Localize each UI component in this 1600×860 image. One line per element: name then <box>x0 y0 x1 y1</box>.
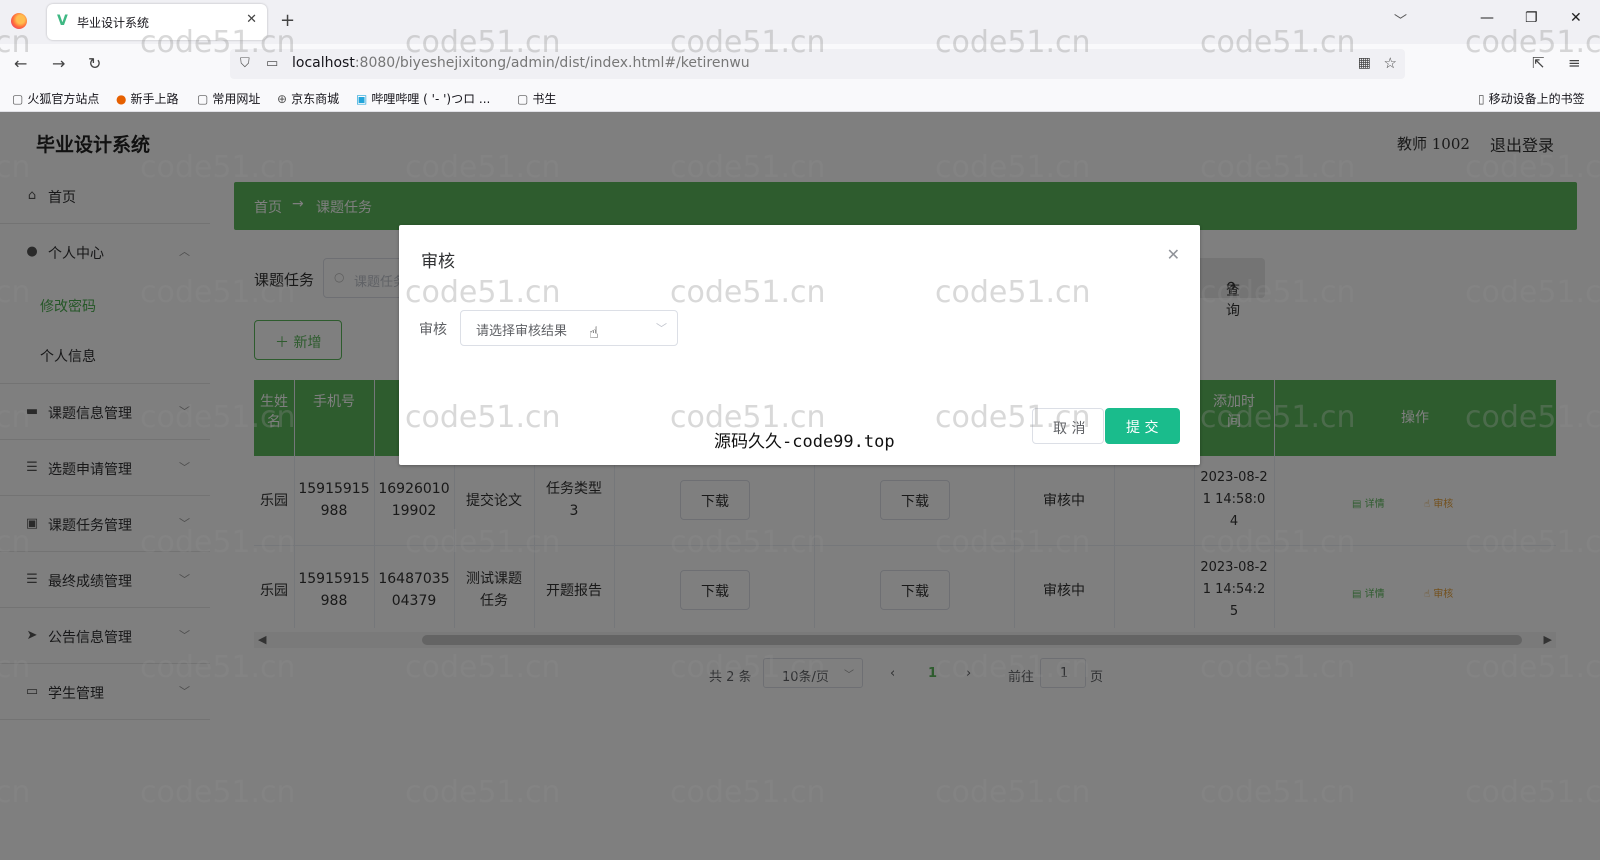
bookmark-star-icon[interactable]: ☆ <box>1384 54 1397 72</box>
qr-code-icon[interactable]: ▦ <box>1358 55 1371 71</box>
cancel-label: 取 消 <box>1053 421 1086 437</box>
hand-cursor-icon: ☝ <box>589 323 599 342</box>
dialog-title: 审核 <box>421 252 455 272</box>
page-icon: ▭ <box>266 56 279 71</box>
firefox-small-icon: ● <box>116 92 127 106</box>
forward-icon[interactable]: → <box>52 54 65 73</box>
menu-icon[interactable]: ≡ <box>1568 54 1581 72</box>
firefox-icon <box>11 13 27 29</box>
browser-tabbar: V 毕业设计系统 ✕ + ﹀ — ❐ ✕ <box>0 0 1600 44</box>
tab-close-icon[interactable]: ✕ <box>246 12 257 27</box>
folder-icon: ▢ <box>12 92 24 106</box>
bookmark-item[interactable]: ⊕ 京东商城 <box>277 90 339 107</box>
bookmark-item[interactable]: ▢ 书生 <box>517 90 556 107</box>
chevron-down-icon: ﹀ <box>656 322 667 335</box>
bookmark-item[interactable]: ● 新手上路 <box>116 90 179 107</box>
tab-list-chevron-icon[interactable]: ﹀ <box>1394 10 1407 29</box>
review-field-label: 审核 <box>419 322 447 338</box>
reload-icon[interactable]: ↻ <box>88 54 101 73</box>
shield-icon: ⛉ <box>240 56 250 71</box>
extensions-icon[interactable]: ⇱ <box>1532 54 1545 72</box>
submit-label: 提 交 <box>1126 420 1159 436</box>
bookmarks-bar: ▢ 火狐官方站点 ● 新手上路 ▢ 常用网址 ⊕ 京东商城 ▣ 哔哩哔哩 ( '- ')つ… <box>0 84 1600 112</box>
submit-button[interactable]: 提 交 <box>1105 408 1180 444</box>
new-tab-icon[interactable]: + <box>280 10 295 31</box>
browser-tab[interactable]: V 毕业设计系统 ✕ <box>47 4 267 40</box>
url-bar[interactable]: ⛉ ▭ localhost:8080/biyeshejixitong/admin… <box>230 49 1405 79</box>
mobile-bookmarks[interactable]: ▯ 移动设备上的书签 <box>1478 90 1585 107</box>
phone-icon: ▯ <box>1478 92 1485 106</box>
dialog-close-icon[interactable]: ✕ <box>1167 245 1180 264</box>
review-dialog: 审核 ✕ 审核 请选择审核结果 ﹀ ☝ 取 消 提 交 源码久久-code99.… <box>399 225 1200 465</box>
tab-title: 毕业设计系统 <box>77 16 150 30</box>
review-result-select[interactable]: 请选择审核结果 ﹀ <box>460 310 678 346</box>
window-close-icon[interactable]: ✕ <box>1570 10 1582 26</box>
bookmark-item[interactable]: ▢ 火狐官方站点 <box>12 90 99 107</box>
cancel-button[interactable]: 取 消 <box>1032 408 1104 444</box>
folder-icon: ▢ <box>517 92 529 106</box>
bookmark-item[interactable]: ▣ 哔哩哔哩 ( '- ')つロ ... <box>356 90 490 107</box>
minimize-icon[interactable]: — <box>1480 10 1494 26</box>
vue-favicon-icon: V <box>57 13 68 29</box>
back-icon[interactable]: ← <box>14 54 27 73</box>
restore-icon[interactable]: ❐ <box>1525 10 1538 26</box>
bookmark-item[interactable]: ▢ 常用网址 <box>197 90 260 107</box>
dialog-watermark-text: 源码久久-code99.top <box>714 432 895 452</box>
folder-icon: ▢ <box>197 92 209 106</box>
url-text[interactable]: localhost:8080/biyeshejixitong/admin/dis… <box>292 55 750 71</box>
browser-navbar: ← → ↻ ⛉ ▭ localhost:8080/biyeshejixitong… <box>0 44 1600 84</box>
select-placeholder: 请选择审核结果 <box>476 324 568 339</box>
bilibili-icon: ▣ <box>356 92 368 106</box>
globe-icon: ⊕ <box>277 92 288 106</box>
